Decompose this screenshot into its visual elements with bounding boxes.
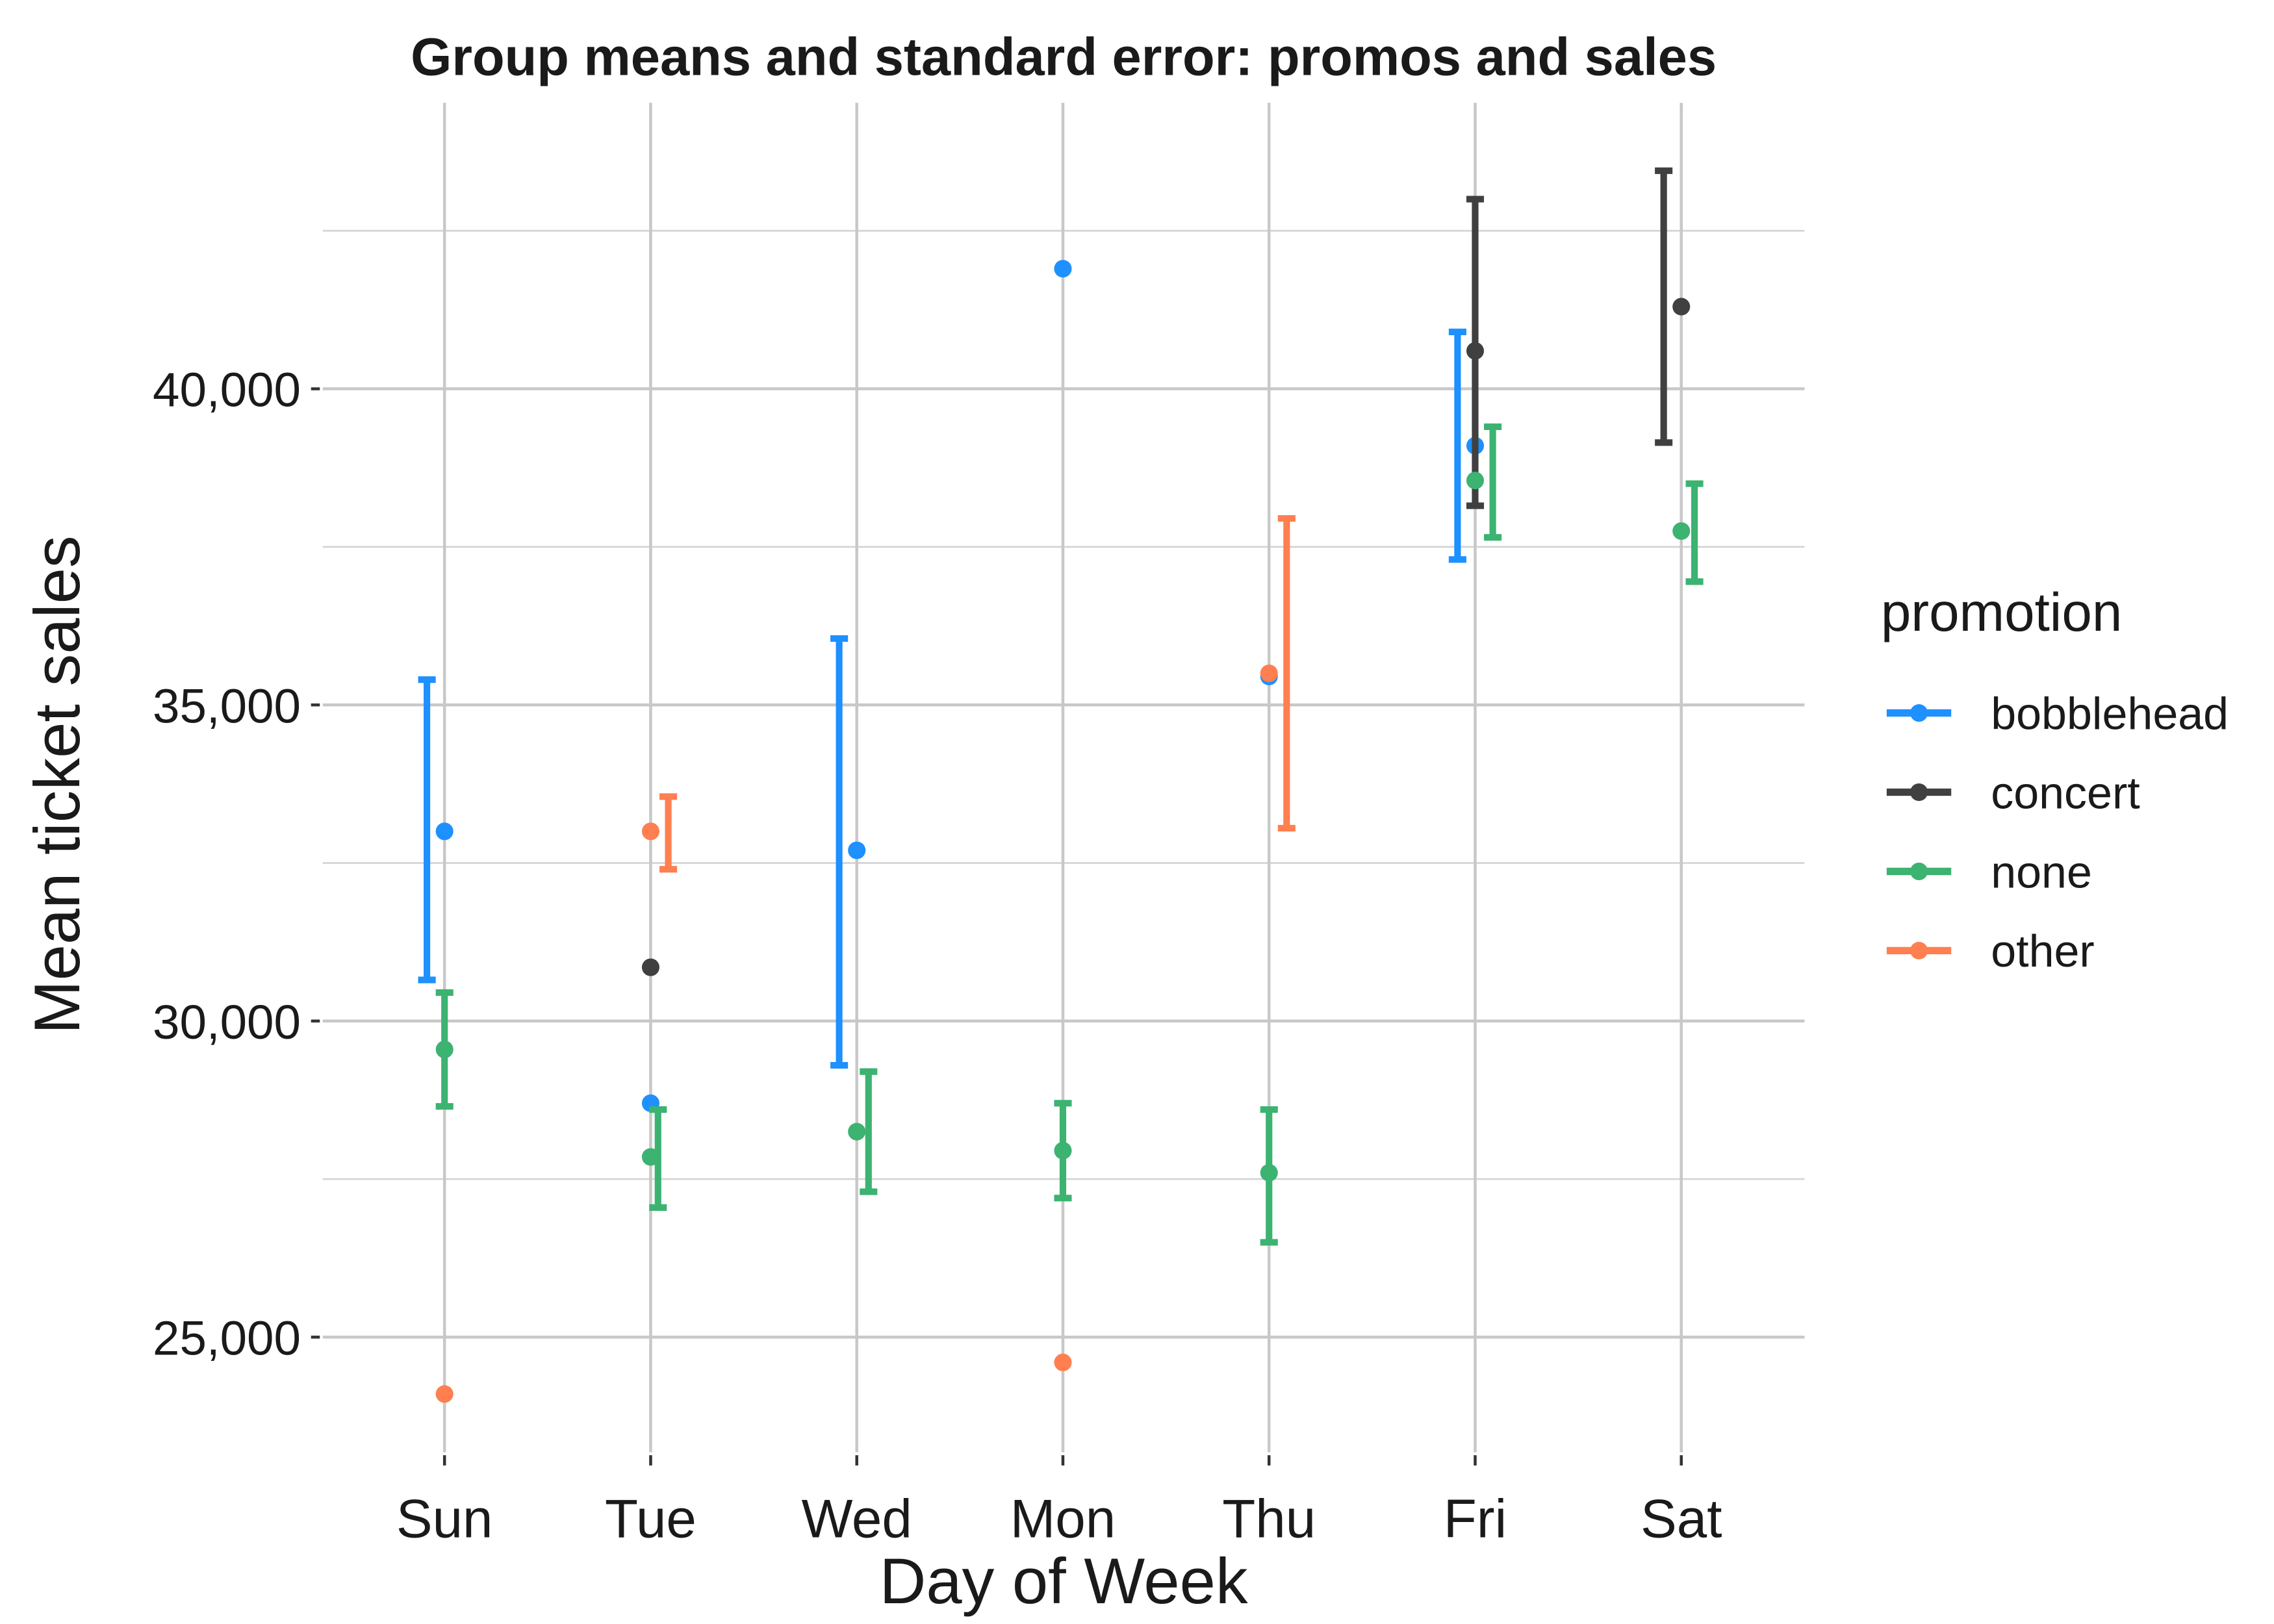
legend-title: promotion — [1881, 581, 2122, 642]
legend-key-point — [1910, 704, 1928, 722]
chart-title: Group means and standard error: promos a… — [411, 27, 1717, 86]
mean-point — [435, 1041, 454, 1059]
mean-point — [1672, 298, 1691, 316]
legend-key-point — [1910, 941, 1928, 959]
mean-point — [1672, 522, 1691, 540]
mean-point — [435, 1385, 454, 1403]
y-tick-label: 30,000 — [153, 995, 301, 1049]
series-none — [435, 423, 1704, 1246]
legend-item-none: none — [1886, 846, 2092, 897]
legend-label: other — [1991, 926, 2095, 976]
legend-item-bobblehead: bobblehead — [1886, 688, 2229, 739]
grid — [322, 103, 1805, 1453]
mean-point — [1466, 342, 1485, 360]
legend-item-concert: concert — [1886, 767, 2140, 818]
x-tick-label: Tue — [605, 1488, 696, 1549]
x-axis-label: Day of Week — [880, 1545, 1248, 1618]
mean-point — [1260, 664, 1278, 683]
y-axis-label: Mean ticket sales — [21, 535, 94, 1034]
marks — [418, 167, 1704, 1403]
mean-point — [1260, 1163, 1278, 1182]
chart: 25,000 30,000 35,000 40,000 Sun Tue Wed Mon Thu F… — [21, 27, 2229, 1618]
x-tick-label: Fri — [1444, 1488, 1507, 1549]
x-tick-label: Mon — [1010, 1488, 1116, 1549]
mean-point — [848, 1123, 866, 1141]
series-concert — [641, 167, 1691, 976]
legend-label: none — [1991, 846, 2092, 897]
mean-point — [1054, 260, 1072, 278]
mean-point — [848, 841, 866, 859]
mean-point — [1054, 1141, 1072, 1160]
error-bar — [659, 793, 678, 873]
error-bar — [1484, 423, 1502, 541]
mean-point — [435, 822, 454, 841]
legend-label: bobblehead — [1991, 688, 2229, 739]
legend-key-point — [1910, 862, 1928, 880]
mean-point — [641, 1148, 659, 1166]
error-bar — [418, 676, 436, 983]
legend: promotion bobblehead concert none other — [1881, 581, 2229, 976]
x-tick-label: Thu — [1222, 1488, 1316, 1549]
legend-item-other: other — [1886, 926, 2095, 976]
error-bar — [1655, 167, 1673, 446]
error-bar — [1277, 514, 1296, 832]
mean-point — [1466, 472, 1485, 490]
series-other — [435, 514, 1296, 1403]
mean-point — [641, 958, 659, 976]
x-tick-label: Sat — [1641, 1488, 1722, 1549]
error-bar — [1448, 328, 1466, 563]
axes: 25,000 30,000 35,000 40,000 Sun Tue Wed Mon Thu F… — [153, 363, 1722, 1549]
y-tick-label: 25,000 — [153, 1311, 301, 1365]
y-tick-label: 40,000 — [153, 363, 301, 417]
error-bar — [830, 635, 849, 1069]
x-tick-label: Sun — [396, 1488, 493, 1549]
mean-point — [641, 822, 659, 841]
mean-point — [1054, 1353, 1072, 1371]
y-tick-label: 35,000 — [153, 679, 301, 733]
legend-label: concert — [1991, 767, 2140, 818]
legend-key-point — [1910, 783, 1928, 802]
x-tick-label: Wed — [802, 1488, 912, 1549]
